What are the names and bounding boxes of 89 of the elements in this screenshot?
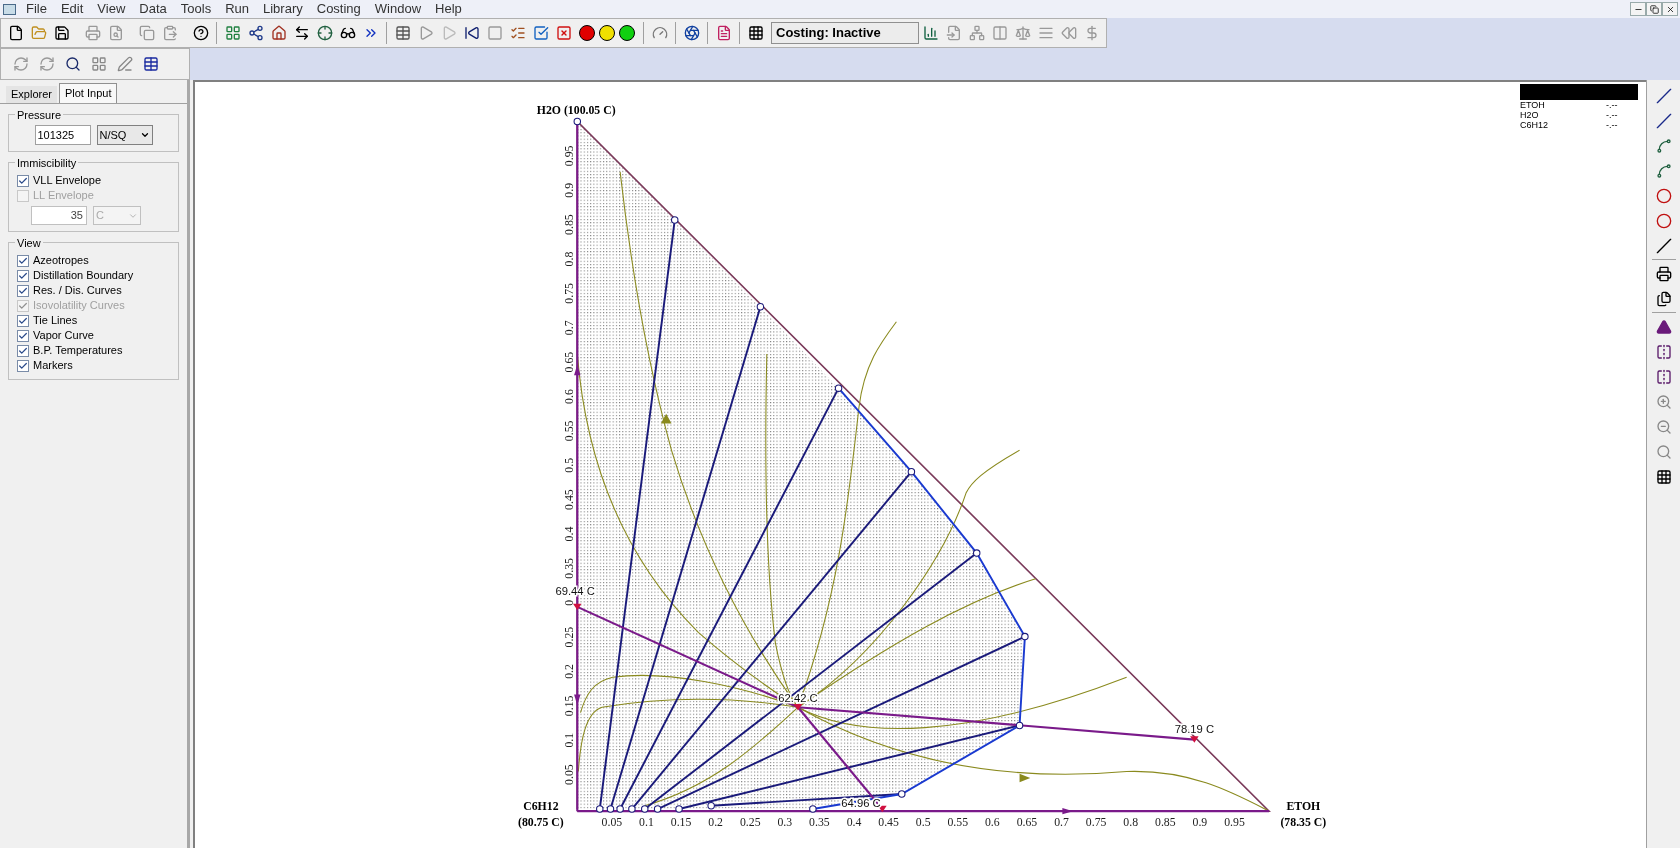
vertex-label: (78.35 C) [1280, 816, 1327, 830]
axis-tick-label: 0.65 [563, 351, 576, 373]
checkbox-label: B.P. Temperatures [33, 343, 123, 359]
menu-item[interactable]: View [90, 0, 133, 19]
checkbox-label: Markers [33, 358, 73, 374]
axis-tick-label: 0.1 [639, 816, 654, 830]
checkbox-label: Azeotropes [33, 253, 89, 269]
menu-item[interactable]: Data [132, 0, 174, 19]
axis-tick-label: 0.1 [563, 732, 576, 748]
checkbox[interactable] [17, 174, 29, 187]
axis-tick-label: 0.2 [563, 664, 576, 679]
checkbox-label: LL Envelope [33, 188, 94, 204]
axis-tick-label: 0.85 [1155, 816, 1176, 830]
close-icon [1665, 4, 1675, 14]
legend-component: C6H12 [1520, 120, 1549, 130]
menu-item[interactable]: Library [256, 0, 310, 19]
checkbox[interactable] [17, 329, 29, 342]
axis-tick-label: 0.4 [563, 526, 576, 542]
checkbox[interactable] [17, 314, 29, 327]
vertex-label: ETOH [1286, 800, 1321, 814]
vertex-label: H2O (100.05 C) [536, 104, 616, 118]
axis-tick-label: 0.45 [563, 489, 576, 510]
axis-tick-label: 0.9 [563, 182, 576, 198]
axis-tick-label: 0.45 [878, 816, 899, 830]
app-icon[interactable] [3, 3, 16, 15]
panel-tab[interactable]: Plot Input [58, 83, 118, 103]
axis-tick-label: 0.7 [563, 320, 576, 336]
unit-dropdown[interactable]: N/SQ [96, 125, 153, 145]
axis-tick-label: 0.8 [563, 251, 576, 267]
checkbox-label: Distillation Boundary [33, 268, 134, 284]
legend-component: H2O [1520, 110, 1540, 120]
axis-tick-label: 0.35 [563, 558, 576, 579]
axis-tick-label: 0.6 [985, 816, 1000, 830]
axis-tick-label: 0.25 [739, 816, 761, 830]
axis-tick-label: 0.5 [563, 457, 576, 473]
axis-tick-label: 0.55 [947, 816, 969, 830]
legend-value: -.-- [1606, 100, 1618, 110]
axis-tick-label: 0.5 [915, 816, 931, 830]
restore-button[interactable] [1646, 2, 1662, 16]
checkbox-label: Tie Lines [33, 313, 78, 329]
menu-item[interactable]: File [19, 0, 54, 19]
close-button[interactable] [1662, 2, 1678, 16]
axis-tick-label: 0.75 [563, 283, 576, 304]
menu-item[interactable]: Tools [173, 0, 219, 19]
axis-tick-label: 0 [563, 599, 576, 606]
axis-tick-label: 0.85 [563, 214, 576, 235]
axis-tick-label: 0.8 [1123, 816, 1139, 830]
menu-item[interactable]: Window [367, 0, 429, 19]
axis-tick-label: 0.75 [1085, 816, 1107, 830]
checkbox[interactable] [17, 344, 29, 357]
checkbox-label: Res. / Dis. Curves [33, 283, 122, 299]
costing-status-field: Costing: Inactive [771, 22, 919, 44]
menu-item[interactable]: Help [428, 0, 469, 19]
vertex-label: (80.75 C) [518, 816, 564, 830]
checkbox-label: Vapor Curve [33, 328, 94, 344]
axis-tick-label: 0.9 [1192, 816, 1208, 830]
menu-item[interactable]: Costing [309, 0, 368, 19]
axis-tick-label: 0.05 [601, 816, 623, 830]
checkbox[interactable] [17, 269, 29, 282]
panel-tab[interactable]: Explorer [6, 86, 57, 103]
axis-tick-label: 0.6 [563, 389, 576, 404]
axis-tick-label: 0.4 [846, 816, 862, 830]
axis-tick-label: 0.55 [563, 420, 576, 442]
pressure-field[interactable]: 101325 [34, 125, 91, 145]
menu-item[interactable]: Run [218, 0, 256, 19]
vertex-label: C6H12 [523, 800, 559, 814]
axis-tick-label: 0.05 [563, 764, 576, 785]
checkbox-label: Isovolatility Curves [33, 298, 125, 314]
menu-item[interactable]: Edit [53, 0, 91, 19]
minimize-button[interactable] [1630, 2, 1646, 16]
axis-tick-label: 0.95 [563, 145, 576, 167]
axis-tick-label: 0.25 [563, 626, 576, 648]
checkbox[interactable] [17, 284, 29, 297]
axis-tick-label: 0.3 [777, 816, 793, 830]
legend-value: -.-- [1606, 120, 1618, 130]
legend-value: -.-- [1606, 110, 1618, 120]
axis-tick-label: 0.65 [1016, 816, 1038, 830]
checkbox[interactable] [17, 359, 29, 372]
restore-icon [1649, 4, 1659, 14]
caret-icon [139, 130, 150, 140]
axis-tick-label: 0.15 [670, 816, 692, 830]
axis-tick-label: 0.7 [1054, 816, 1069, 830]
checkbox[interactable] [17, 254, 29, 267]
axis-tick-label: 0.15 [563, 695, 576, 717]
legend-component: ETOH [1520, 100, 1546, 110]
axis-tick-label: 0.95 [1224, 816, 1245, 830]
axis-tick-label: 0.2 [708, 816, 723, 830]
checkbox-label: VLL Envelope [33, 173, 102, 189]
axis-tick-label: 0.35 [809, 816, 830, 830]
